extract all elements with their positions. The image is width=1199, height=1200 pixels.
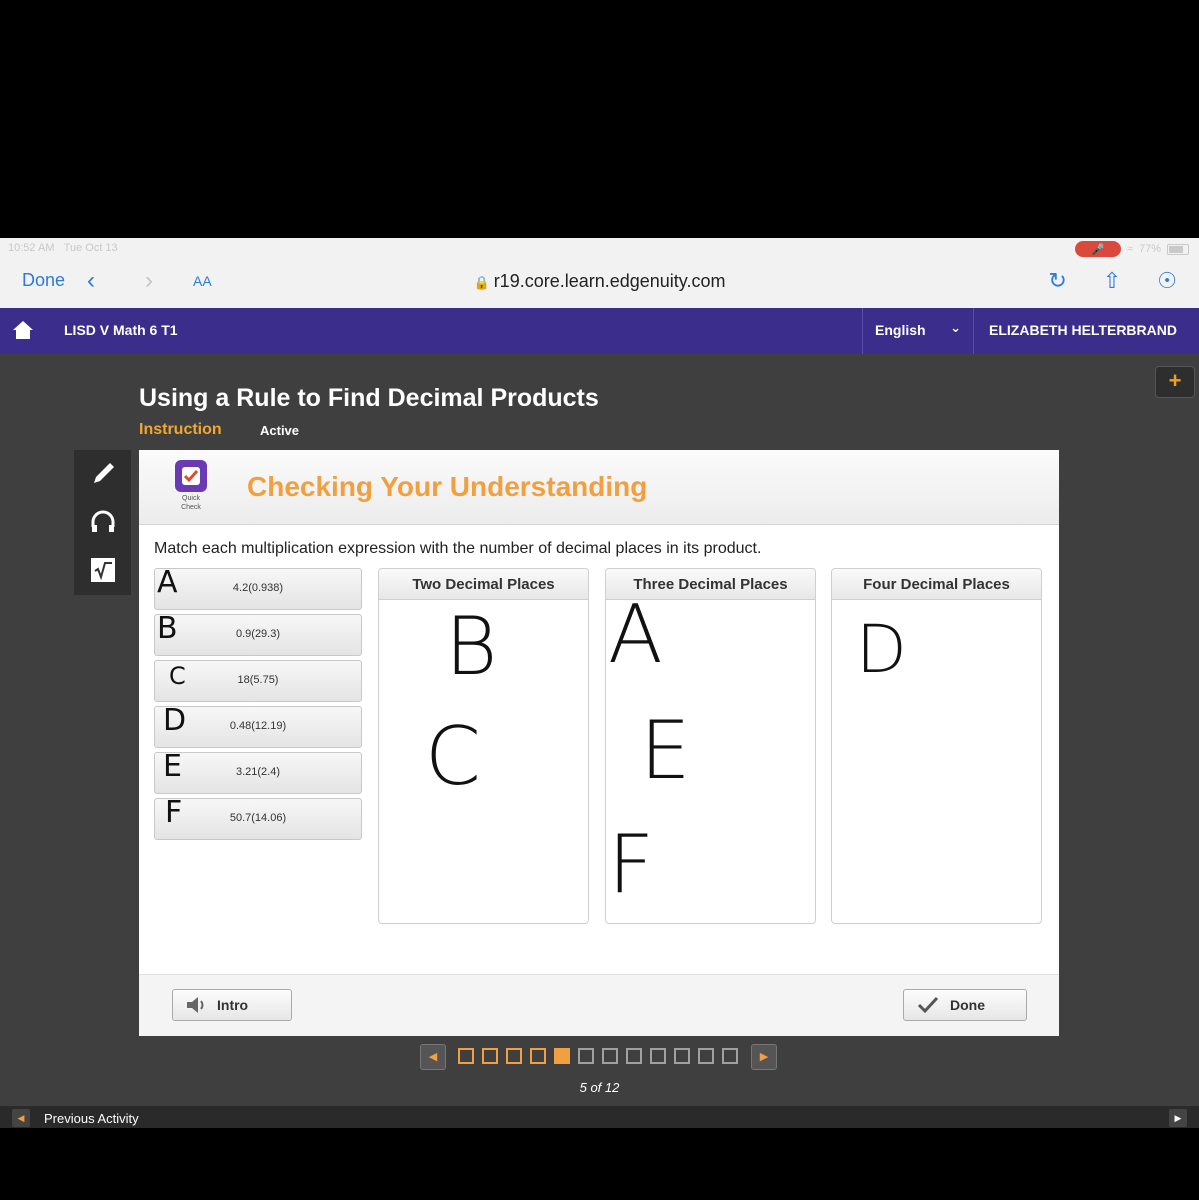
activity-nav-bar: ◀ Previous Activity ▶ xyxy=(0,1106,1199,1128)
intro-button[interactable]: Intro xyxy=(172,989,292,1021)
compass-icon[interactable]: ☉ xyxy=(1157,268,1177,294)
expression-text: 0.48(12.19) xyxy=(229,720,287,732)
chevron-down-icon: ⌄ xyxy=(950,320,961,335)
page-indicator[interactable] xyxy=(626,1048,642,1064)
page-indicator[interactable] xyxy=(674,1048,690,1064)
pencil-tool[interactable] xyxy=(74,450,131,498)
handwritten-mark: C xyxy=(425,710,481,803)
handwritten-mark: E xyxy=(640,704,691,797)
previous-activity-link[interactable]: Previous Activity xyxy=(44,1111,139,1126)
app-header: LISD V Math 6 T1 English ⌄ ELIZABETH HEL… xyxy=(0,308,1199,354)
expression-tile-d[interactable]: D 0.48(12.19) xyxy=(154,703,362,748)
page-indicator[interactable] xyxy=(722,1048,738,1064)
page-indicator[interactable] xyxy=(458,1048,474,1064)
column-header: Four Decimal Places xyxy=(832,569,1041,600)
browser-toolbar: 10:52 AM Tue Oct 13 🎤 ≈ 77% Done ‹ › AA … xyxy=(0,238,1199,309)
drop-zone-two-decimal[interactable]: Two Decimal Places B C xyxy=(378,568,589,924)
activity-header: Quick Check Checking Your Understanding xyxy=(139,450,1059,525)
activity-panel: Quick Check Checking Your Understanding … xyxy=(139,450,1059,1036)
page-navigator: ◀ ▶ xyxy=(420,1044,780,1070)
battery-icon xyxy=(1167,243,1189,255)
expression-text: 3.21(2.4) xyxy=(235,766,281,778)
wifi-icon: ≈ xyxy=(1126,243,1133,255)
tab-active[interactable]: Active xyxy=(260,423,299,438)
previous-activity-arrow-icon[interactable]: ◀ xyxy=(12,1109,30,1127)
expression-text: 50.7(14.06) xyxy=(229,812,287,824)
column-header: Two Decimal Places xyxy=(379,569,588,600)
language-label: English xyxy=(875,322,926,338)
page-indicator[interactable] xyxy=(602,1048,618,1064)
page-indicator[interactable] xyxy=(554,1048,570,1064)
calculator-tool[interactable] xyxy=(74,546,131,594)
battery-percent: 77% xyxy=(1138,243,1161,255)
quick-check-label: Quick Check xyxy=(181,495,201,511)
pencil-icon xyxy=(93,463,114,483)
home-icon[interactable] xyxy=(12,319,34,341)
page-indicator[interactable] xyxy=(698,1048,714,1064)
expression-tile-a[interactable]: A 4.2(0.938) xyxy=(154,565,362,610)
done-label: Done xyxy=(950,997,985,1013)
speaker-icon xyxy=(187,997,204,1013)
language-select[interactable]: English ⌄ xyxy=(862,308,974,354)
course-title[interactable]: LISD V Math 6 T1 xyxy=(64,322,178,338)
clock: 10:52 AM xyxy=(8,242,55,254)
tablet-screen: 10:52 AM Tue Oct 13 🎤 ≈ 77% Done ‹ › AA … xyxy=(0,238,1199,1128)
audio-tool[interactable] xyxy=(74,498,131,546)
column-title: Two Decimal Places xyxy=(412,576,555,593)
quick-check-icon xyxy=(175,460,207,492)
date: Tue Oct 13 xyxy=(63,242,118,254)
page-indicator[interactable] xyxy=(650,1048,666,1064)
tab-instruction[interactable]: Instruction xyxy=(139,421,222,439)
expression-tile-b[interactable]: B 0.9(29.3) xyxy=(154,611,362,656)
previous-page-arrow-icon[interactable]: ◀ xyxy=(420,1044,446,1070)
page-indicator[interactable] xyxy=(506,1048,522,1064)
page-indicator[interactable] xyxy=(578,1048,594,1064)
status-time: 10:52 AM Tue Oct 13 xyxy=(8,242,118,254)
address-bar[interactable]: 🔒 r19.core.learn.edgenuity.com xyxy=(0,271,1199,292)
drop-zone-three-decimal[interactable]: Three Decimal Places A E F xyxy=(605,568,816,924)
expression-tile-e[interactable]: E 3.21(2.4) xyxy=(154,749,362,794)
reload-icon[interactable]: ↻ xyxy=(1048,268,1066,294)
square-root-icon xyxy=(90,558,115,582)
page-count: 5 of 12 xyxy=(579,1080,620,1095)
drop-zone-four-decimal[interactable]: Four Decimal Places D xyxy=(831,568,1042,924)
done-button[interactable]: Done xyxy=(903,989,1027,1021)
share-icon[interactable]: ⇧ xyxy=(1103,268,1121,294)
browser-nav-right: ↻ ⇧ ☉ xyxy=(1048,268,1177,294)
handwritten-mark: B xyxy=(445,600,498,693)
url-text: r19.core.learn.edgenuity.com xyxy=(493,271,726,291)
column-title: Four Decimal Places xyxy=(863,576,1010,593)
next-page-arrow-icon[interactable]: ▶ xyxy=(751,1044,777,1070)
page-indicator[interactable] xyxy=(482,1048,498,1064)
checkmark-icon xyxy=(182,467,200,485)
user-name[interactable]: ELIZABETH HELTERBRAND xyxy=(989,322,1177,338)
lock-icon: 🔒 xyxy=(473,275,490,290)
microphone-icon: 🎤 xyxy=(1074,241,1121,257)
checkmark-icon xyxy=(917,996,939,1014)
next-activity-arrow-icon[interactable]: ▶ xyxy=(1169,1109,1187,1127)
handwritten-mark: F xyxy=(608,818,655,911)
expression-tile-f[interactable]: F 50.7(14.06) xyxy=(154,795,362,840)
expression-text: 18(5.75) xyxy=(237,674,279,686)
tool-panel xyxy=(74,450,131,595)
handwritten-mark: A xyxy=(608,588,663,681)
status-icons: 🎤 ≈ 77% xyxy=(1074,241,1189,257)
activity-title: Checking Your Understanding xyxy=(247,471,648,502)
expression-tile-c[interactable]: C 18(5.75) xyxy=(154,660,362,702)
lesson-title: Using a Rule to Find Decimal Products xyxy=(139,384,599,412)
expression-list: A 4.2(0.938) B 0.9(29.3) C 18(5.75) D 0.48(1… xyxy=(154,565,362,844)
handwritten-mark: D xyxy=(856,611,907,688)
headphones-icon xyxy=(91,510,114,532)
expression-text: 0.9(29.3) xyxy=(235,628,281,640)
expression-text: 4.2(0.938) xyxy=(232,582,284,594)
question-prompt: Match each multiplication expression wit… xyxy=(154,540,762,557)
page-indicator[interactable] xyxy=(530,1048,546,1064)
activity-footer: Intro Done xyxy=(139,974,1059,1036)
plus-button[interactable]: + xyxy=(1155,366,1195,398)
intro-label: Intro xyxy=(217,997,249,1013)
